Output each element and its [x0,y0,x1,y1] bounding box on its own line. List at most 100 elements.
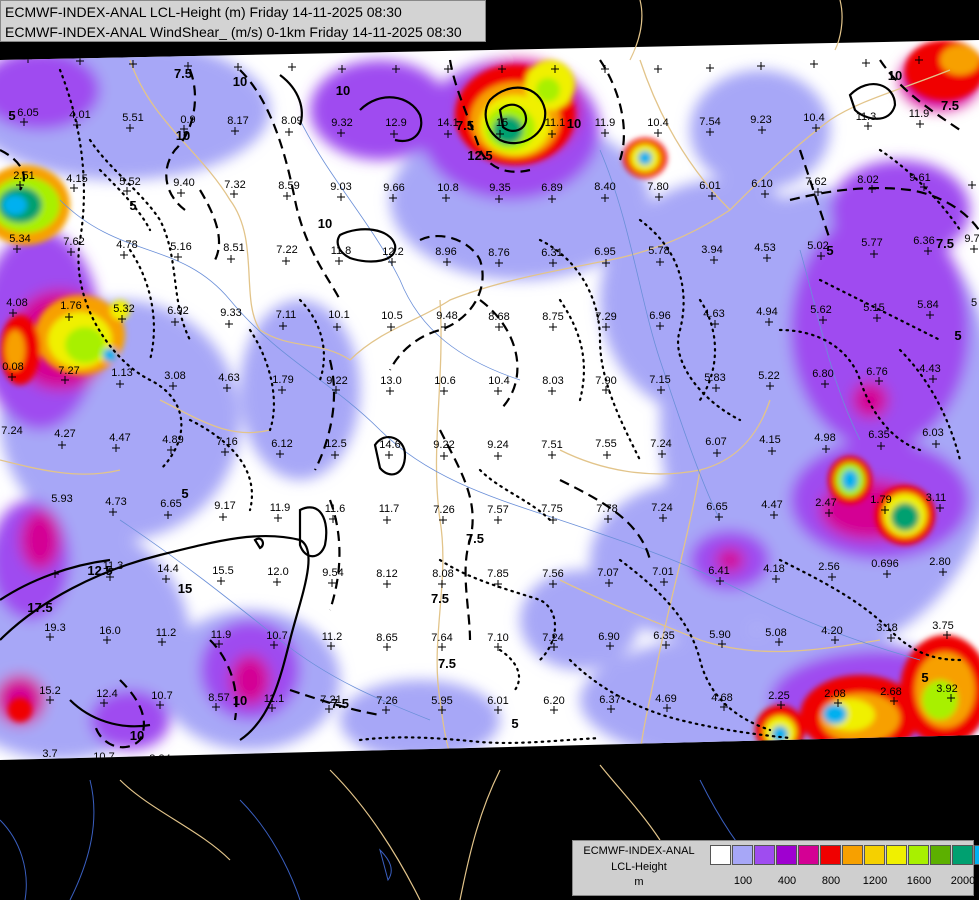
grid-value: 5.90 [709,629,730,641]
contour-label: 5 [511,716,518,731]
grid-value: 5.22 [758,370,779,382]
grid-value: 3.92 [936,683,957,695]
grid-value: 4.69 [655,693,676,705]
grid-value: 5.02 [807,240,828,252]
grid-value: 6.35 [653,630,674,642]
grid-value: 6.35 [868,429,889,441]
grid-value: 9.24 [487,439,508,451]
grid-value: 4.73 [105,496,126,508]
grid-value: 6.65 [160,498,181,510]
legend-swatch [820,845,841,865]
grid-value: 6.20 [543,695,564,707]
grid-value: 6.90 [598,631,619,643]
grid-value: 5.15 [863,302,884,314]
grid-value: 8.76 [488,247,509,259]
grid-value: 3.75 [932,620,953,632]
grid-value: 11.9 [909,108,930,120]
grid-value: 3.11 [926,492,947,504]
grid-value: 11.1 [264,693,285,705]
grid-value: 10.8 [437,182,458,194]
grid-value: 7.16 [216,436,237,448]
grid-value: 6.01 [699,180,720,192]
grid-value: 9.32 [331,117,352,129]
grid-value: 0.696 [871,558,899,570]
contour-label: 10 [318,216,332,231]
grid-value: 0.9 [180,114,195,126]
grid-value: 11.6 [325,503,346,515]
grid-value: 8.17 [227,115,248,127]
grid-value: 8.02 [857,174,878,186]
grid-value: 9.17 [214,500,235,512]
grid-value: 11.2 [156,627,177,639]
grid-value: 9.54 [322,567,343,579]
title-line-windshear: ECMWF-INDEX-ANAL WindShear_ (m/s) 0-1km … [5,24,462,40]
grid-value: 6.92 [167,305,188,317]
grid-value: 6.96 [649,310,670,322]
legend-swatch [798,845,819,865]
grid-value: 9.33 [220,307,241,319]
contour-label: 10 [233,693,247,708]
grid-value: 11.9 [270,502,291,514]
grid-value: 6.10 [751,178,772,190]
grid-value: 4.01 [69,109,90,121]
grid-value: 7.10 [487,632,508,644]
grid-value: 4.47 [109,432,130,444]
grid-value: 16.0 [99,625,120,637]
grid-value: 6.37 [599,694,620,706]
grid-value: 9.03 [330,181,351,193]
grid-value: 3.94 [701,244,722,256]
grid-value: 7.85 [487,568,508,580]
grid-value: 11.8 [331,245,352,257]
grid-value: 7.26 [433,504,454,516]
contour-label: 7.5 [174,66,192,81]
contour-label: 10 [567,116,581,131]
grid-value: 7.11 [276,309,297,321]
contour-label: 7.5 [431,591,449,606]
contour-label: 10 [888,68,902,83]
grid-value: 9.61 [909,172,930,184]
grid-value: 3.7 [42,748,57,760]
legend-swatch [842,845,863,865]
grid-value: 2.47 [815,497,836,509]
grid-value: 11.1 [545,117,566,129]
contour-label: 7.5 [466,531,484,546]
legend-swatch [864,845,885,865]
grid-value: 8.51 [223,242,244,254]
grid-value: 6.36 [913,235,934,247]
title-line-lcl: ECMWF-INDEX-ANAL LCL-Height (m) Friday 1… [5,4,402,20]
grid-value: 4.78 [116,239,137,251]
grid-value: 9.22 [326,375,347,387]
grid-value: 1.13 [111,367,132,379]
grid-value: 9.40 [173,177,194,189]
grid-value: 19.3 [44,622,65,634]
contour-label: 10 [233,74,247,89]
grid-value: 4.63 [703,308,724,320]
grid-value: 14.4 [157,563,178,575]
grid-value: 5.77 [861,237,882,249]
grid-value: 6.01 [487,695,508,707]
grid-value: 10.4 [488,375,509,387]
grid-value: 4.98 [814,432,835,444]
grid-value: 10.4 [803,112,824,124]
grid-value: 12.2 [382,246,403,258]
contour-label: 7.5 [438,656,456,671]
grid-value: 8.59 [278,180,299,192]
contour-label: 5 [181,486,188,501]
grid-value: 8.75 [542,311,563,323]
grid-value: 14.6 [379,439,400,451]
grid-value: 9.22 [433,439,454,451]
grid-value: 7.22 [276,244,297,256]
grid-value: 6.03 [922,427,943,439]
grid-value: 10.7 [151,690,172,702]
grid-value: 7.29 [595,311,616,323]
grid-value: 7.57 [487,504,508,516]
legend-tick: 2000 [950,875,976,887]
legend-swatch [710,845,731,865]
grid-value: 5.83 [704,372,725,384]
grid-value: 6.65 [706,501,727,513]
grid-value: 2.56 [818,561,839,573]
grid-value: 1.76 [60,300,81,312]
legend-variable: LCL-Height [611,861,667,873]
contour-label: 5 [954,328,961,343]
grid-value: 4.27 [54,428,75,440]
